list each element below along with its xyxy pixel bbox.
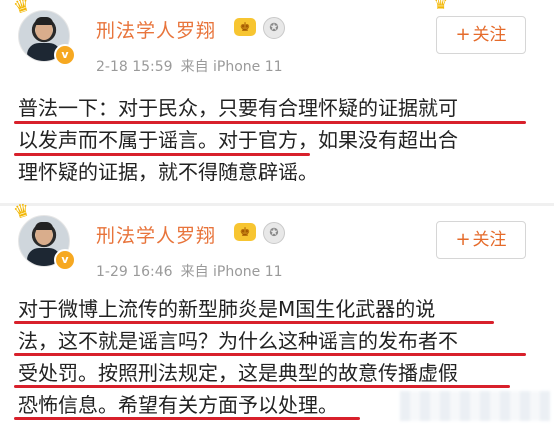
weibo-post-1: ♛ v 刑法学人罗翔 ♚ ✪ 2-18 15:59 来自 iPhone 11 ♛ … [0,0,554,205]
follow-button[interactable]: + 关注 [436,221,526,259]
verified-badge-icon: v [54,249,76,271]
content-line: 理怀疑的证据，就不得随意辟谣。 [18,160,318,184]
highlight-underline [14,385,510,388]
weibo-post-2: ♛ v 刑法学人罗翔 ♚ ✪ 1-29 16:46 来自 iPhone 11 + 关… [0,199,554,439]
post-source: 来自 iPhone 11 [180,59,283,75]
avatar-container[interactable]: ♛ v [11,0,80,70]
vip-badge-icon[interactable]: ♚ [234,223,256,241]
crown-icon: ♛ [433,0,448,13]
post-date[interactable]: 1-29 16:46 [96,264,173,280]
verified-badge-icon: v [54,44,76,66]
highlight-underline [14,153,310,156]
follow-button[interactable]: + 关注 [436,16,526,54]
post-content: 普法一下：对于民众，只要有合理怀疑的证据就可 以发声而不属于谣言。对于官方，如果… [18,92,538,188]
medal-icon[interactable]: ✪ [263,17,285,39]
avatar-container[interactable]: ♛ v [11,199,80,275]
username[interactable]: 刑法学人罗翔 [96,16,216,43]
highlight-underline [14,353,526,356]
post-meta: 2-18 15:59 来自 iPhone 11 [96,56,291,76]
redacted-blur [400,391,550,421]
post-meta: 1-29 16:46 来自 iPhone 11 [96,261,291,281]
content-line: 普法一下：对于民众，只要有合理怀疑的证据就可 [18,96,458,120]
highlight-underline [14,121,526,124]
vip-badge-icon[interactable]: ♚ [234,18,256,36]
post-source: 来自 iPhone 11 [180,264,283,280]
follow-label: 关注 [472,230,507,250]
highlight-underline [14,321,494,324]
highlight-underline [14,417,360,420]
plus-icon: + [455,24,471,45]
follow-label: 关注 [472,25,507,45]
plus-icon: + [455,229,471,250]
medal-icon[interactable]: ✪ [263,222,285,244]
username[interactable]: 刑法学人罗翔 [96,221,216,248]
content-line: 以发声而不属于谣言。对于官方，如果没有超出合 [18,128,458,152]
post-date[interactable]: 2-18 15:59 [96,59,173,75]
